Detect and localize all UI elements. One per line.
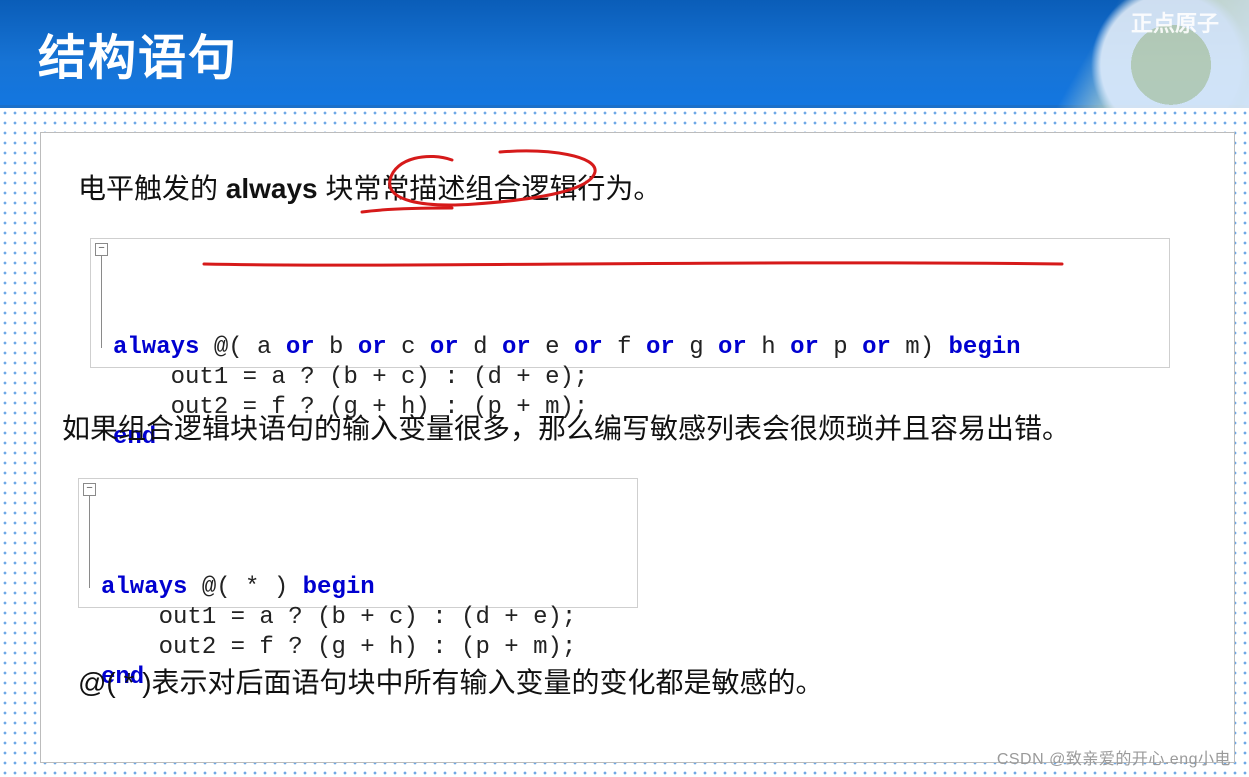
c1-l1-or5: or <box>574 334 603 361</box>
c1-l1-or3: or <box>430 334 459 361</box>
para1-pre: 电平触发的 <box>78 173 226 204</box>
c1-l1-begin: begin <box>949 334 1021 361</box>
paragraph-2: 如果组合逻辑块语句的输入变量很多，那么编写敏感列表会很烦琐并且容易出错。 <box>62 408 1070 450</box>
c2-l1-always: always <box>101 574 187 601</box>
para1-post: 块常常描述组合逻辑行为。 <box>318 173 662 204</box>
c1-l1-or7: or <box>718 334 747 361</box>
c1-l1-or1: or <box>286 334 315 361</box>
c1-l1-j: e <box>531 334 574 361</box>
c1-l1-or4: or <box>502 334 531 361</box>
c2-l2: out1 = a ? (b + c) : (d + e); <box>101 604 576 631</box>
c2-l3: out2 = f ? (g + h) : (p + m); <box>101 634 576 661</box>
c1-l1-or9: or <box>862 334 891 361</box>
c1-l1-f: c <box>387 334 430 361</box>
watermark-text: CSDN @致亲爱的开心.eng小电 <box>997 745 1231 769</box>
slide-banner: 结构语句 正点原子 <box>0 0 1249 108</box>
para1-bold: always <box>226 173 318 204</box>
slide-body: 电平触发的 always 块常常描述组合逻辑行为。 − always @( a … <box>0 108 1249 777</box>
code-block-2: − always @( * ) begin out1 = a ? (b + c)… <box>78 478 638 608</box>
fold-guide-line <box>101 256 102 348</box>
paragraph-3: @( * )表示对后面语句块中所有输入变量的变化都是敏感的。 <box>78 662 824 704</box>
c1-l2: out1 = a ? (b + c) : (d + e); <box>113 364 588 391</box>
c1-l1-t: m) <box>891 334 949 361</box>
fold-guide-line <box>89 496 90 588</box>
c1-l1-n: g <box>675 334 718 361</box>
fold-toggle-icon[interactable]: − <box>95 243 108 256</box>
c2-l1-b: @( * ) <box>187 574 302 601</box>
c1-l1-always: always <box>113 334 199 361</box>
c1-l1-r: p <box>819 334 862 361</box>
c1-l1-p: h <box>747 334 790 361</box>
c1-l1-or2: or <box>358 334 387 361</box>
brand-text: 正点原子 <box>1131 6 1219 38</box>
c1-l1-or6: or <box>646 334 675 361</box>
c1-l1-b: @( a <box>199 334 285 361</box>
paragraph-1: 电平触发的 always 块常常描述组合逻辑行为。 <box>78 168 661 210</box>
c1-l1-d: b <box>315 334 358 361</box>
c1-l1-l: f <box>603 334 646 361</box>
c1-l1-or8: or <box>790 334 819 361</box>
slide-title: 结构语句 <box>38 18 238 88</box>
code-block-1: − always @( a or b or c or d or e or f o… <box>90 238 1170 368</box>
c1-l1-h: d <box>459 334 502 361</box>
fold-toggle-icon[interactable]: − <box>83 483 96 496</box>
c2-l1-begin: begin <box>303 574 375 601</box>
